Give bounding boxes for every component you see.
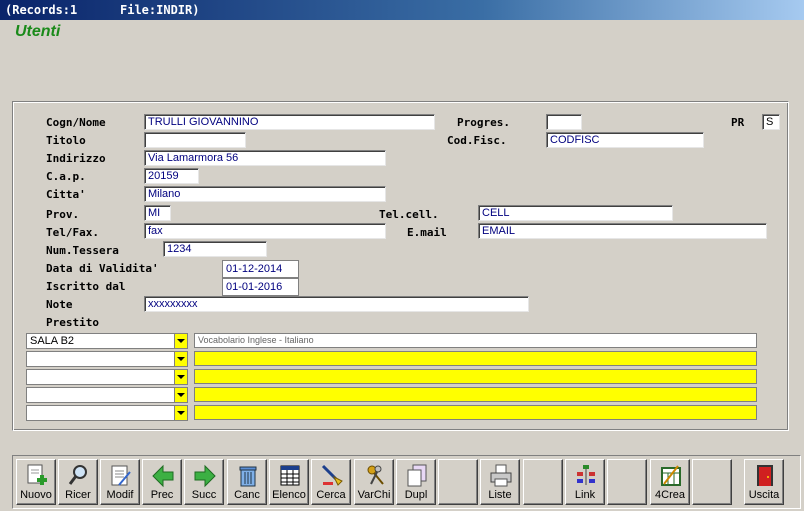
- uscita-label: Uscita: [748, 489, 780, 501]
- telcell-field[interactable]: CELL: [478, 205, 673, 221]
- label-email: E.mail: [407, 226, 447, 239]
- title-bar: (Records:1 File:INDIR): [0, 0, 804, 20]
- label-prov: Prov.: [46, 208, 80, 221]
- label-numtessera: Num.Tessera: [46, 244, 119, 257]
- prestito-desc: Vocabolario Inglese - Italiano: [194, 333, 757, 348]
- label-note: Note: [46, 298, 73, 311]
- liste-label: Liste: [488, 489, 512, 501]
- trash-icon: [239, 466, 257, 487]
- empty-button[interactable]: [607, 459, 647, 505]
- prestito-desc: [194, 369, 757, 384]
- label-datavalidita: Data di Validita': [46, 262, 159, 275]
- elenco-button[interactable]: Elenco: [269, 459, 309, 505]
- numtessera-field[interactable]: 1234: [163, 241, 267, 257]
- arrow-left-icon: [152, 464, 174, 488]
- file-name: File:INDIR): [120, 3, 200, 17]
- find-icon: [321, 464, 343, 486]
- prec-label: Prec: [150, 489, 174, 501]
- printer-icon: [490, 464, 512, 487]
- link-button[interactable]: Link: [565, 459, 605, 505]
- page-title: Utenti: [15, 23, 61, 40]
- indirizzo-field[interactable]: Via Lamarmora 56: [144, 150, 386, 166]
- chevron-down-icon[interactable]: [174, 388, 187, 402]
- arrow-right-icon: [194, 464, 216, 488]
- dupl-label: Dupl: [404, 489, 428, 501]
- citta-field[interactable]: Milano: [144, 186, 386, 202]
- empty-button[interactable]: [523, 459, 563, 505]
- ricer-label: Ricer: [65, 489, 91, 501]
- chevron-down-icon[interactable]: [174, 406, 187, 420]
- create-icon: [661, 465, 681, 486]
- records-count: (Records:1: [5, 3, 78, 17]
- canc-label: Canc: [234, 489, 260, 501]
- label-indirizzo: Indirizzo: [46, 152, 106, 165]
- empty-button[interactable]: [438, 459, 478, 505]
- varchi-button[interactable]: VarChi: [354, 459, 394, 505]
- crea-label: 4Crea: [655, 489, 685, 501]
- dupl-button[interactable]: Dupl: [396, 459, 436, 505]
- chevron-down-icon[interactable]: [174, 370, 187, 384]
- new-record-icon: [27, 464, 47, 485]
- label-titolo: Titolo: [46, 134, 86, 147]
- keys-icon: [367, 465, 384, 485]
- label-cap: C.a.p.: [46, 170, 86, 183]
- datavalidita-field[interactable]: 01-12-2014: [222, 260, 299, 278]
- canc-button[interactable]: Canc: [227, 459, 267, 505]
- search-icon: [68, 465, 87, 485]
- progres-field[interactable]: [546, 114, 582, 130]
- ricer-button[interactable]: Ricer: [58, 459, 98, 505]
- prestito-sala-select[interactable]: [26, 387, 188, 403]
- link-icon: [577, 465, 595, 485]
- prestito-desc: [194, 387, 757, 402]
- chevron-down-icon[interactable]: [174, 352, 187, 366]
- table-icon: [280, 465, 300, 486]
- varchi-label: VarChi: [357, 489, 391, 501]
- crea-button[interactable]: 4Crea: [650, 459, 690, 505]
- link-label: Link: [574, 489, 596, 501]
- prestito-sala-select[interactable]: SALA B2: [26, 333, 188, 349]
- duplicate-icon: [407, 464, 427, 487]
- label-telfax: Tel/Fax.: [46, 226, 99, 239]
- modif-button[interactable]: Modif: [100, 459, 140, 505]
- liste-button[interactable]: Liste: [480, 459, 520, 505]
- nuovo-label: Nuovo: [20, 489, 52, 501]
- label-prestito: Prestito: [46, 316, 99, 329]
- label-telcell: Tel.cell.: [379, 208, 439, 221]
- label-pr: PR: [731, 116, 745, 129]
- cerca-label: Cerca: [316, 489, 346, 501]
- prestito-desc: [194, 351, 757, 366]
- uscita-button[interactable]: Uscita: [744, 459, 784, 505]
- cerca-button[interactable]: Cerca: [311, 459, 351, 505]
- empty-button[interactable]: [692, 459, 732, 505]
- telfax-field[interactable]: fax: [144, 223, 386, 239]
- chevron-down-icon[interactable]: [174, 334, 187, 348]
- prestito-desc: [194, 405, 757, 420]
- titolo-field[interactable]: [144, 132, 246, 148]
- prestito-sala-select[interactable]: [26, 351, 188, 367]
- email-field[interactable]: EMAIL: [478, 223, 767, 239]
- prestito-sala-select[interactable]: [26, 369, 188, 385]
- modif-label: Modif: [106, 489, 134, 501]
- label-codfisc: Cod.Fisc.: [447, 134, 507, 147]
- label-progres: Progres.: [457, 116, 510, 129]
- label-iscritto: Iscritto dal: [46, 280, 126, 293]
- label-cognome: Cogn/Nome: [46, 116, 106, 129]
- cognome-field[interactable]: TRULLI GIOVANNINO: [144, 114, 435, 130]
- cap-field[interactable]: 20159: [144, 168, 199, 184]
- nuovo-button[interactable]: Nuovo: [16, 459, 56, 505]
- codfisc-field[interactable]: CODFISC: [546, 132, 704, 148]
- note-field[interactable]: xxxxxxxxx: [144, 296, 529, 312]
- pr-field[interactable]: S: [762, 114, 780, 130]
- prestito-sala-value: SALA B2: [30, 335, 75, 347]
- iscritto-field[interactable]: 01-01-2016: [222, 278, 299, 296]
- succ-button[interactable]: Succ: [184, 459, 224, 505]
- succ-label: Succ: [191, 489, 217, 501]
- prestito-sala-select[interactable]: [26, 405, 188, 421]
- prec-button[interactable]: Prec: [142, 459, 182, 505]
- label-citta: Citta': [46, 188, 86, 201]
- edit-icon: [111, 465, 131, 486]
- prov-field[interactable]: MI: [144, 205, 171, 221]
- elenco-label: Elenco: [272, 489, 306, 501]
- exit-door-icon: [757, 465, 773, 486]
